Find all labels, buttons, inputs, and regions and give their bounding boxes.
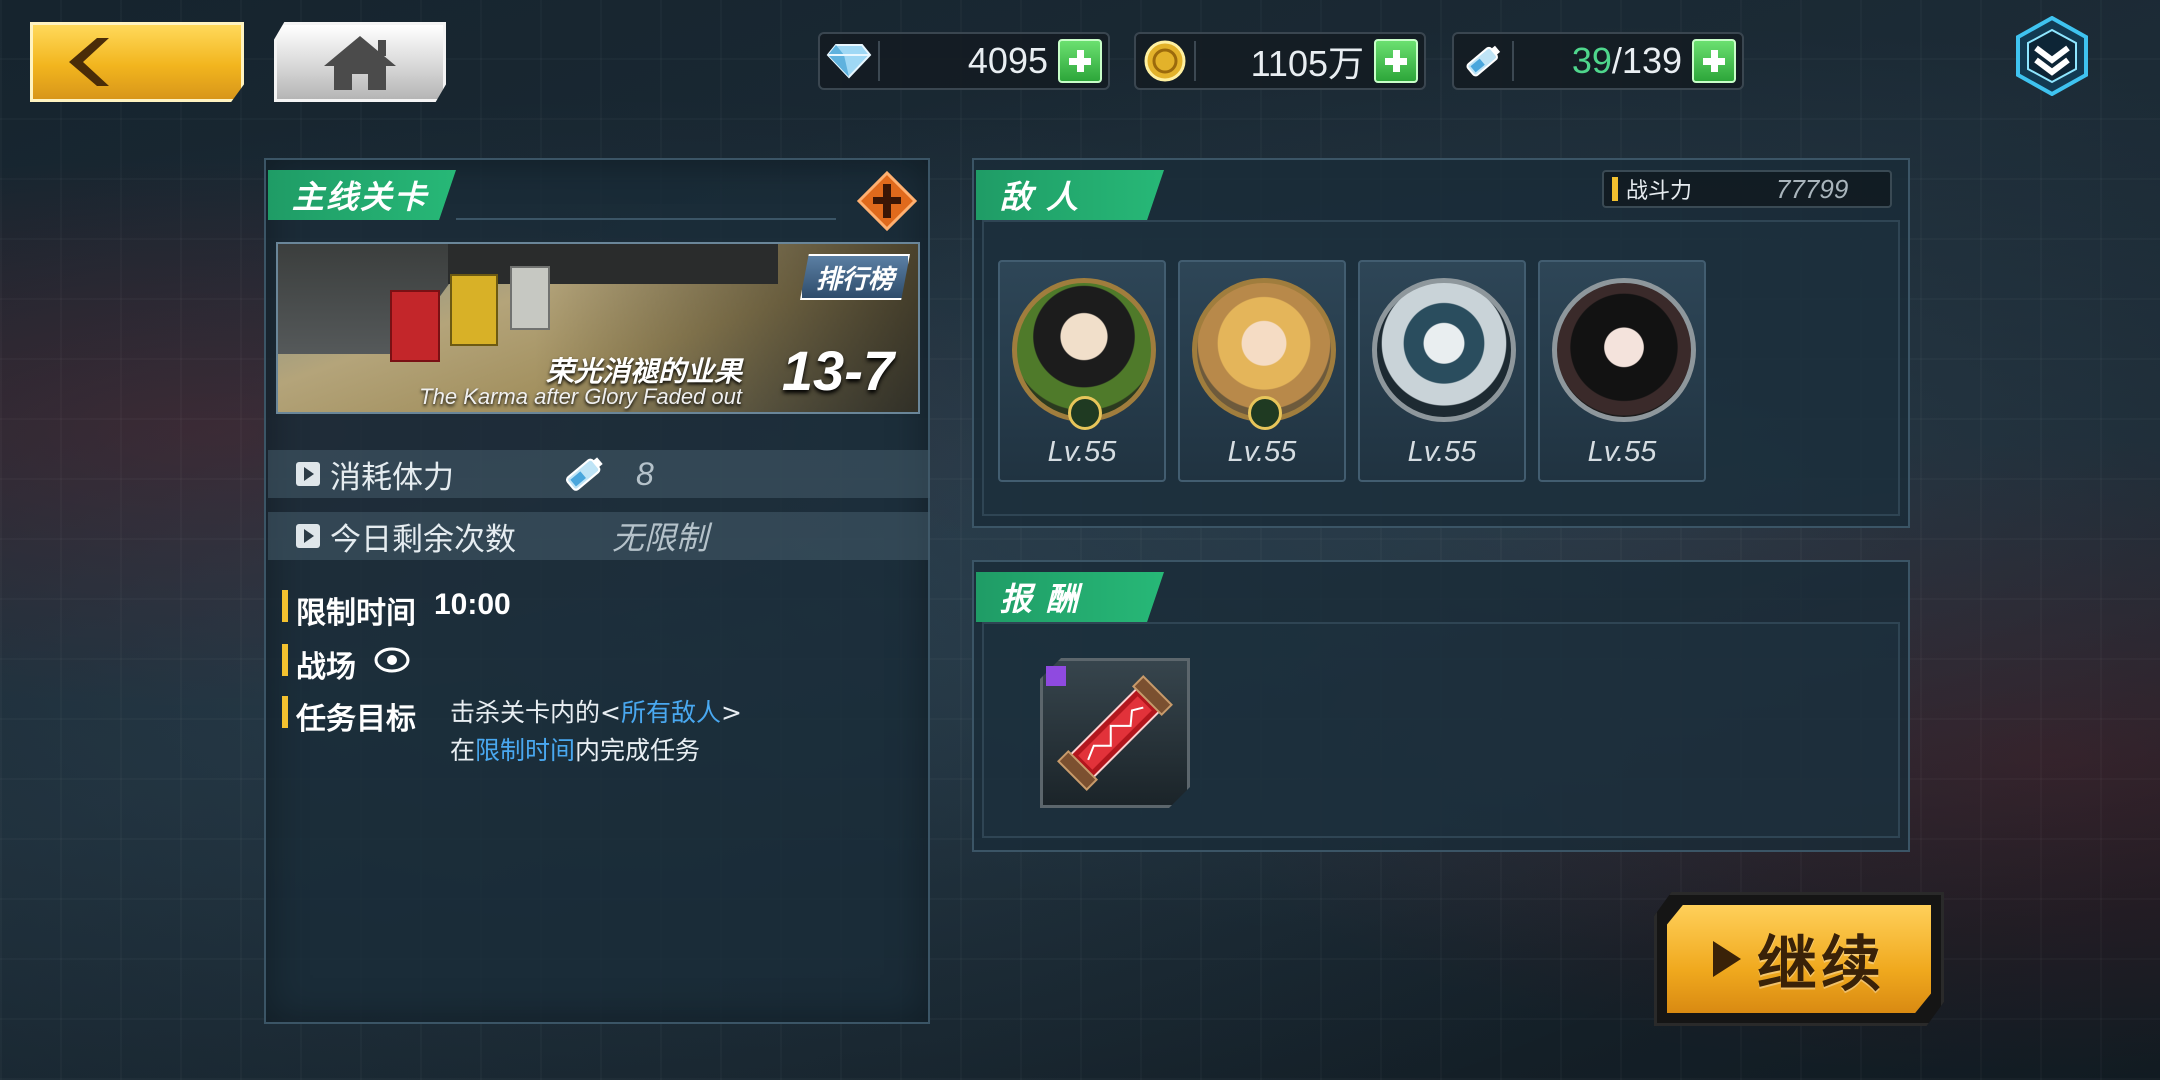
enemy-card[interactable]: Lv.55 <box>998 260 1166 482</box>
enemy-card[interactable]: Lv.55 <box>1358 260 1526 482</box>
accent-bar <box>282 696 288 728</box>
objective-text: 击杀关卡内的<所有敌人> 在限制时间内完成任务 <box>450 694 742 770</box>
continue-button-face[interactable]: 继续 <box>1667 905 1931 1013</box>
diamond-counter: 4095 <box>818 32 1110 90</box>
rarity-tag-icon <box>1046 666 1066 686</box>
diamond-icon <box>820 34 878 88</box>
enemy-level: Lv.55 <box>1227 436 1297 468</box>
reward-panel: 报酬 <box>972 560 1910 852</box>
stamina-cost-label: 消耗体力 <box>330 459 454 496</box>
banner-scene-vending-machine <box>390 290 440 362</box>
stamina-cost-row: 消耗体力 8 <box>268 450 930 498</box>
time-limit-row: 限制时间 10:00 <box>282 588 511 632</box>
stage-number: 13-7 <box>781 339 894 402</box>
back-button[interactable] <box>30 22 244 102</box>
gold-coin-icon <box>1136 34 1194 88</box>
objective-highlight: 限制时间 <box>475 736 576 765</box>
stamina-battery-icon <box>1454 34 1512 88</box>
battlefield-label: 战场 <box>296 650 356 685</box>
enemy-section-title: 敌人 <box>976 170 1164 220</box>
enemy-portrait <box>1372 278 1516 422</box>
accent-bar <box>1612 177 1618 201</box>
diamond-value: 4095 <box>967 40 1048 81</box>
continue-button[interactable]: 继续 <box>1654 892 1944 1026</box>
divider <box>456 218 836 220</box>
banner-scene-vending-machine <box>510 266 550 330</box>
row-arrow-icon <box>296 462 320 486</box>
objective-text-part: 在 <box>450 736 476 765</box>
stamina-current: 39 <box>1571 40 1612 81</box>
combat-power-value: 77799 <box>1776 173 1849 204</box>
add-gold-button[interactable] <box>1374 39 1418 83</box>
time-limit-label: 限制时间 <box>296 596 416 631</box>
add-stamina-button[interactable] <box>1692 39 1736 83</box>
stamina-max: /139 <box>1611 40 1682 81</box>
stage-name-en: The Karma after Glory Faded out <box>419 384 742 409</box>
daily-attempts-row: 今日剩余次数 无限制 <box>268 512 930 560</box>
enemy-portrait <box>1552 278 1696 422</box>
stamina-counter: 39/139 <box>1452 32 1744 90</box>
home-icon <box>324 36 396 90</box>
objective-highlight: 所有敌人 <box>620 698 721 727</box>
stamina-value: 39/139 <box>1514 40 1692 82</box>
combat-power-label: 战斗力 <box>1626 179 1693 204</box>
back-arrow-icon <box>69 38 109 86</box>
combat-power-box: 战斗力 77799 <box>1602 170 1892 208</box>
enemy-card[interactable]: Lv.55 <box>1538 260 1706 482</box>
elite-skull-badge-icon <box>1248 396 1282 430</box>
stage-section-title: 主线关卡 <box>268 170 456 220</box>
enemy-level: Lv.55 <box>1587 436 1657 468</box>
enemy-level: Lv.55 <box>1407 436 1477 468</box>
stage-info-panel: 主线关卡 排行榜 荣光消褪的业果 The Karma after Glory F… <box>264 158 930 1024</box>
chevron-down-icon <box>2016 15 2088 97</box>
gold-counter: 1105万 <box>1134 32 1426 90</box>
elite-skull-badge-icon <box>1068 396 1102 430</box>
stamina-cost-value: 8 <box>636 455 654 492</box>
accent-bar <box>282 590 288 622</box>
gold-value: 1105万 <box>1250 43 1364 84</box>
eye-icon[interactable] <box>372 642 412 678</box>
battlefield-row: 战场 <box>282 642 412 686</box>
objective-text-part: > <box>720 698 742 727</box>
daily-attempts-value: 无限制 <box>612 519 709 557</box>
row-arrow-icon <box>296 524 320 548</box>
danger-warning-icon[interactable] <box>856 170 918 232</box>
stage-banner-image: 排行榜 荣光消褪的业果 The Karma after Glory Faded … <box>276 242 920 414</box>
objective-text-part: 击杀关卡内的< <box>450 698 621 727</box>
stamina-battery-icon <box>565 457 603 491</box>
objective-text-part: 内完成任务 <box>575 736 701 765</box>
continue-label: 继续 <box>1757 929 1885 1000</box>
daily-attempts-label: 今日剩余次数 <box>330 521 516 558</box>
enemy-panel: 敌人 战斗力 77799 Lv.55 Lv.55 Lv.55 Lv.55 <box>972 158 1910 528</box>
objective-line-2: 在限制时间内完成任务 <box>450 732 742 770</box>
enemy-level: Lv.55 <box>1047 436 1117 468</box>
accent-bar <box>282 644 288 676</box>
ranking-button[interactable]: 排行榜 <box>800 254 910 300</box>
home-button[interactable] <box>274 22 446 102</box>
add-diamond-button[interactable] <box>1058 39 1102 83</box>
time-limit-value: 10:00 <box>434 588 511 621</box>
menu-expand-button[interactable] <box>2012 15 2092 97</box>
objective-label: 任务目标 <box>296 702 416 737</box>
objective-row: 任务目标 <box>282 694 416 738</box>
banner-scene-vending-machine <box>450 274 498 346</box>
enemy-card[interactable]: Lv.55 <box>1178 260 1346 482</box>
objective-line-1: 击杀关卡内的<所有敌人> <box>450 694 742 732</box>
play-icon <box>1713 941 1741 977</box>
reward-section-title: 报酬 <box>976 572 1164 622</box>
